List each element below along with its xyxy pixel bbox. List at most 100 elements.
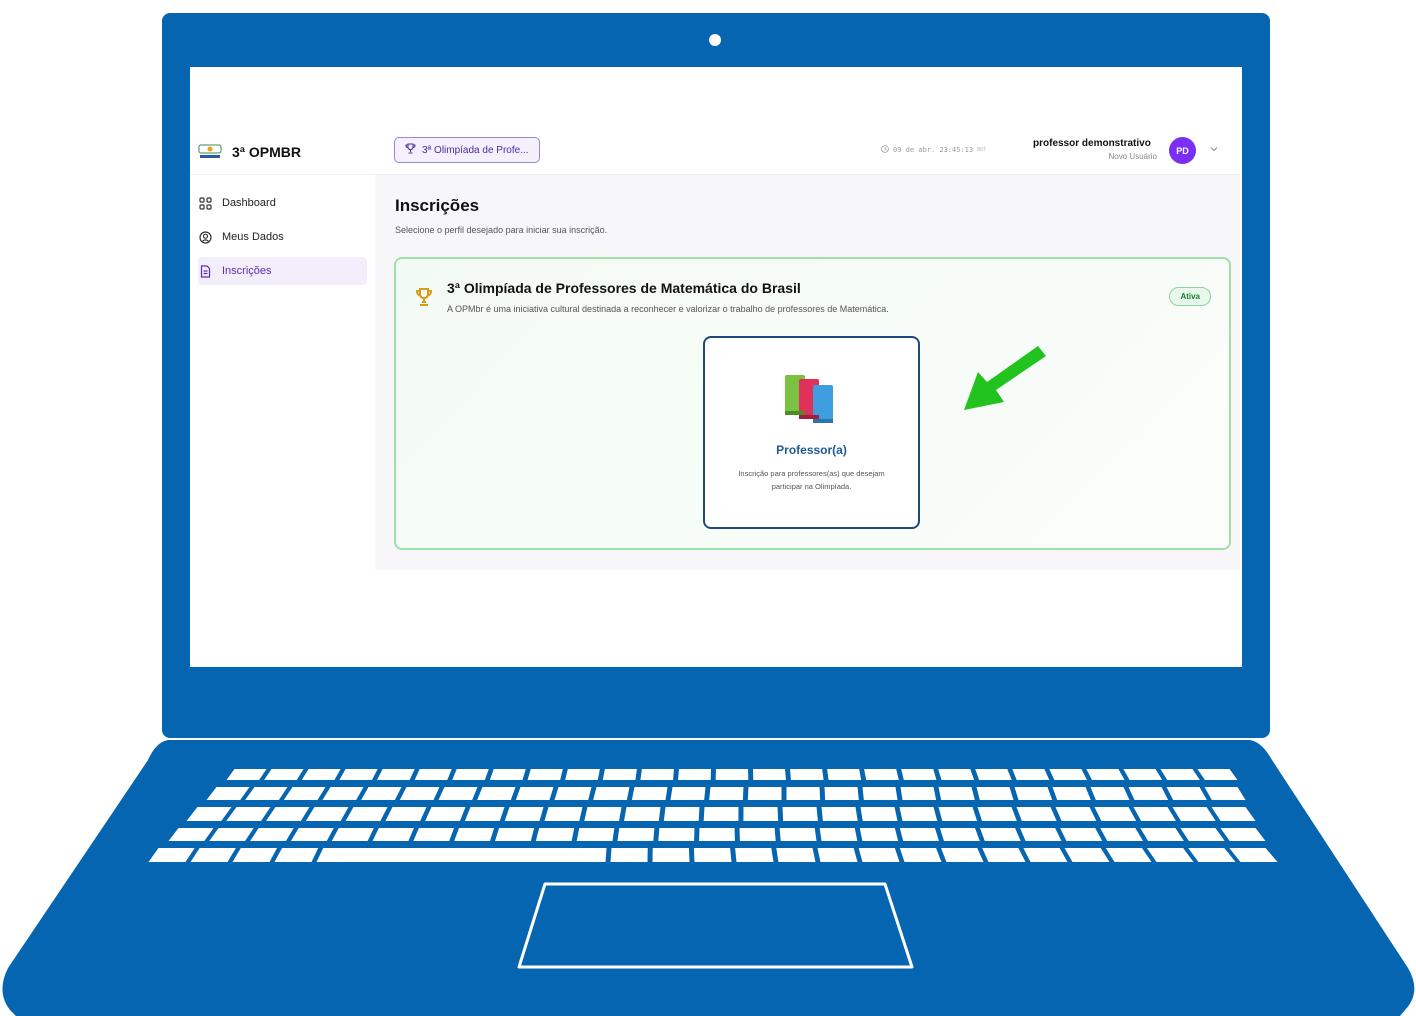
keyboard-key — [941, 848, 984, 862]
chevron-down-icon[interactable] — [1209, 144, 1219, 154]
keyboard-key — [658, 828, 695, 841]
keyboard-key — [982, 848, 1026, 862]
keyboard-key — [979, 828, 1021, 841]
event-title: 3ª Olimpíada de Professores de Matemátic… — [447, 280, 801, 296]
datetime: 09 de abr. 23:45:13 — [893, 146, 974, 154]
keyboard-key — [817, 848, 858, 862]
keyboard-key — [1055, 807, 1097, 821]
sidebar: 3ª OPMBR Dashboard Meus Dados Inscrições — [190, 130, 376, 570]
keyboard-key — [819, 828, 858, 841]
keyboard-key — [977, 807, 1017, 821]
sidebar-nav: Dashboard Meus Dados Inscrições — [190, 175, 375, 285]
keyboard-key — [859, 828, 899, 841]
keyboard-key — [821, 807, 858, 821]
keyboard-key — [544, 807, 583, 821]
event-description: A OPMbr é uma iniciativa cultural destin… — [447, 304, 889, 314]
keyboard-key — [274, 848, 319, 862]
profile-card-title: Professor(a) — [776, 443, 847, 457]
brand: 3ª OPMBR — [190, 130, 375, 175]
keyboard-key — [1123, 769, 1163, 780]
event-selector[interactable]: 3ª Olimpíada de Profe... — [394, 137, 540, 163]
keyboard-key — [976, 787, 1014, 800]
keyboard-key — [372, 828, 414, 841]
keyboard-key — [385, 807, 427, 821]
keyboard-key — [790, 769, 824, 780]
keyboard-key — [739, 828, 776, 841]
page-title: Inscrições — [395, 196, 480, 215]
web-app: 3ª OPMBR Dashboard Meus Dados Inscrições… — [190, 130, 1240, 570]
keyboard-key — [747, 787, 782, 800]
keyboard-key — [1049, 769, 1087, 780]
keyboard-key — [975, 769, 1012, 780]
status-badge: Ativa — [1169, 287, 1211, 306]
keyboard-spacebar — [316, 848, 607, 862]
keyboard-key — [735, 848, 774, 862]
keyboard-key — [489, 769, 526, 780]
laptop-base — [2, 740, 1415, 1016]
avatar[interactable]: PD — [1169, 137, 1196, 164]
keyboard-key — [1020, 828, 1062, 841]
sidebar-item-inscricoes[interactable]: Inscrições — [198, 257, 367, 285]
keyboard-key — [901, 769, 937, 780]
keyboard-key — [827, 769, 862, 780]
keyboard-key — [339, 769, 378, 780]
user-role: Novo Usuário — [1108, 152, 1157, 161]
keyboard-key — [862, 787, 898, 800]
keyboard-key — [1128, 787, 1169, 800]
keyboard-key — [301, 769, 341, 780]
keyboard-key — [454, 828, 495, 841]
keyboard-key — [593, 787, 630, 800]
keyboard-key — [1052, 787, 1091, 800]
opmbr-logo-icon — [198, 143, 222, 161]
keyboard-key — [602, 769, 637, 780]
sidebar-item-label: Dashboard — [222, 197, 276, 209]
event-selector-label: 3ª Olimpíada de Profe... — [422, 144, 529, 156]
keyboard-key — [864, 769, 899, 780]
keyboard-key — [938, 787, 975, 800]
keyboard-key — [782, 807, 818, 821]
keyboard-key — [663, 807, 700, 821]
keyboard-key — [678, 769, 711, 780]
keyboard-key — [377, 769, 415, 780]
profile-card-professor[interactable]: Professor(a) Inscrição para professores(… — [703, 336, 920, 529]
keyboard-key — [464, 807, 505, 821]
keyboard-key — [554, 787, 592, 800]
sidebar-item-meus-dados[interactable]: Meus Dados — [198, 223, 367, 251]
keyboard-key — [399, 787, 440, 800]
keyboard-key — [1060, 828, 1103, 841]
trophy-icon — [405, 143, 416, 157]
page-subtitle: Selecione o perfil desejado para iniciar… — [395, 225, 608, 235]
keyboard-key — [693, 848, 732, 862]
keyboard-key — [535, 828, 575, 841]
document-icon — [198, 264, 212, 278]
green-arrow-icon — [964, 346, 1046, 410]
main-content: Inscrições Selecione o perfil desejado p… — [375, 175, 1240, 570]
keyboard-key — [477, 787, 516, 800]
keyboard-key — [899, 807, 938, 821]
keyboard-key — [527, 769, 563, 780]
keyboard-key — [715, 769, 749, 780]
keyboard-key — [703, 807, 739, 821]
clock-icon — [881, 145, 889, 155]
keyboard-key — [786, 787, 821, 800]
keyboard-key — [565, 769, 600, 780]
books-icon — [783, 375, 841, 425]
keyboard-key — [495, 828, 535, 841]
keyboard-key — [425, 807, 466, 821]
event-card: 3ª Olimpíada de Professores de Matemátic… — [394, 257, 1231, 550]
sidebar-item-dashboard[interactable]: Dashboard — [198, 189, 367, 217]
keyboard-key — [699, 828, 735, 841]
keyboard-key — [858, 848, 900, 862]
keyboard-key — [776, 848, 816, 862]
grid-icon — [198, 196, 212, 210]
keyboard-key — [414, 769, 452, 780]
keyboard-key — [899, 828, 939, 841]
keyboard-key — [631, 787, 668, 800]
user-name: professor demonstrativo — [1033, 138, 1151, 149]
sidebar-item-label: Inscrições — [222, 265, 272, 277]
user-circle-icon — [198, 230, 212, 244]
keyboard-key — [860, 807, 898, 821]
keyboard-key — [1016, 807, 1057, 821]
keyboard-key — [709, 787, 744, 800]
brand-title: 3ª OPMBR — [232, 144, 301, 160]
